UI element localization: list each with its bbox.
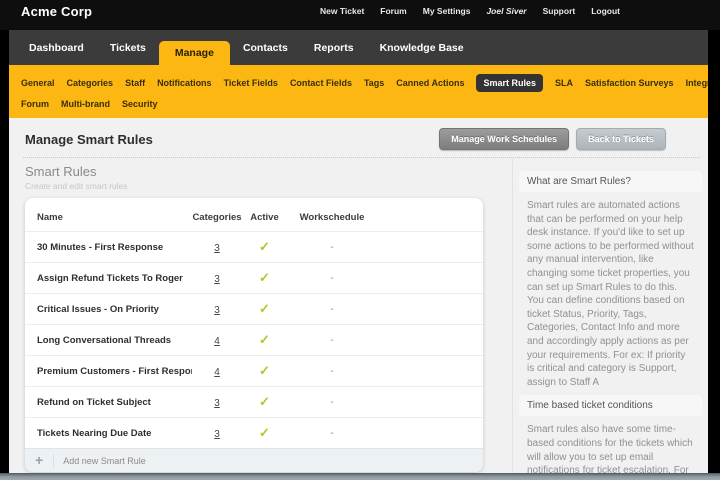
help-body-smart-rules: Smart rules are automated actions that c… bbox=[519, 192, 702, 395]
logout-link[interactable]: Logout bbox=[591, 6, 620, 16]
app-body: Dashboard Tickets Manage Contacts Report… bbox=[9, 30, 708, 473]
table-row[interactable]: Tickets Nearing Due Date 3 ✓ - bbox=[25, 417, 483, 448]
app-frame: Acme Corp New Ticket Forum My Settings J… bbox=[0, 0, 720, 480]
column-header-categories: Categories bbox=[192, 212, 242, 223]
footer-separator bbox=[53, 454, 54, 468]
manage-subnav: General Categories Staff Notifications T… bbox=[9, 65, 708, 118]
active-check-icon: ✓ bbox=[242, 332, 287, 348]
workschedule-value: - bbox=[287, 304, 377, 315]
help-heading-what-are-smart-rules: What are Smart Rules? bbox=[519, 171, 702, 192]
rule-name[interactable]: 30 Minutes - First Response bbox=[37, 242, 192, 253]
subnav-integrations[interactable]: Integrations bbox=[686, 78, 708, 88]
topbar-links: New Ticket Forum My Settings Joel Siver … bbox=[320, 6, 620, 16]
categories-count-link[interactable]: 3 bbox=[214, 398, 220, 409]
workschedule-value: - bbox=[287, 428, 377, 439]
active-check-icon: ✓ bbox=[242, 270, 287, 286]
categories-count-link[interactable]: 4 bbox=[214, 336, 220, 347]
categories-count-link[interactable]: 3 bbox=[214, 243, 220, 254]
add-smart-rule-button[interactable]: + Add new Smart Rule bbox=[25, 448, 483, 472]
active-check-icon: ✓ bbox=[242, 363, 287, 379]
rule-name[interactable]: Premium Customers - First Response Ti bbox=[37, 366, 192, 377]
smart-rules-table-card: Name Categories Active Workschedule 30 M… bbox=[25, 198, 483, 472]
back-to-tickets-button[interactable]: Back to Tickets bbox=[576, 128, 666, 150]
subnav-general[interactable]: General bbox=[21, 78, 55, 88]
new-ticket-link[interactable]: New Ticket bbox=[320, 6, 364, 16]
tab-dashboard[interactable]: Dashboard bbox=[16, 30, 97, 65]
column-header-workschedule: Workschedule bbox=[287, 212, 377, 223]
rule-name[interactable]: Assign Refund Tickets To Roger bbox=[37, 273, 192, 284]
bottom-strip bbox=[0, 473, 720, 480]
tab-manage[interactable]: Manage bbox=[159, 41, 230, 65]
current-user-link[interactable]: Joel Siver bbox=[486, 6, 526, 16]
tab-knowledge-base[interactable]: Knowledge Base bbox=[367, 30, 477, 65]
my-settings-link[interactable]: My Settings bbox=[423, 6, 471, 16]
subnav-canned-actions[interactable]: Canned Actions bbox=[396, 78, 464, 88]
section-heading: Smart Rules bbox=[25, 164, 512, 179]
subnav-security[interactable]: Security bbox=[122, 99, 158, 109]
workschedule-value: - bbox=[287, 335, 377, 346]
workschedule-value: - bbox=[287, 242, 377, 253]
subnav-tags[interactable]: Tags bbox=[364, 78, 384, 88]
workschedule-value: - bbox=[287, 397, 377, 408]
help-heading-time-based-conditions: Time based ticket conditions bbox=[519, 395, 702, 416]
tab-reports[interactable]: Reports bbox=[301, 30, 367, 65]
tab-tickets[interactable]: Tickets bbox=[97, 30, 159, 65]
subnav-row-2: Forum Multi-brand Security bbox=[21, 99, 698, 109]
brand-name: Acme Corp bbox=[21, 4, 92, 19]
active-check-icon: ✓ bbox=[242, 394, 287, 410]
tab-contacts[interactable]: Contacts bbox=[230, 30, 301, 65]
subnav-smart-rules[interactable]: Smart Rules bbox=[476, 74, 543, 92]
workschedule-value: - bbox=[287, 273, 377, 284]
help-body-time-based: Smart rules also have some time-based co… bbox=[519, 416, 702, 473]
subnav-satisfaction-surveys[interactable]: Satisfaction Surveys bbox=[585, 78, 674, 88]
workschedule-value: - bbox=[287, 366, 377, 377]
subnav-staff[interactable]: Staff bbox=[125, 78, 145, 88]
table-row[interactable]: Refund on Ticket Subject 3 ✓ - bbox=[25, 386, 483, 417]
rule-name[interactable]: Tickets Nearing Due Date bbox=[37, 428, 192, 439]
page-title: Manage Smart Rules bbox=[25, 132, 153, 147]
subnav-forum[interactable]: Forum bbox=[21, 99, 49, 109]
column-header-active: Active bbox=[242, 212, 287, 223]
categories-count-link[interactable]: 3 bbox=[214, 429, 220, 440]
main-nav: Dashboard Tickets Manage Contacts Report… bbox=[9, 30, 708, 65]
table-row[interactable]: 30 Minutes - First Response 3 ✓ - bbox=[25, 231, 483, 262]
subnav-notifications[interactable]: Notifications bbox=[157, 78, 212, 88]
column-header-name: Name bbox=[37, 212, 192, 223]
table-row[interactable]: Critical Issues - On Priority 3 ✓ - bbox=[25, 293, 483, 324]
forum-link[interactable]: Forum bbox=[380, 6, 406, 16]
active-check-icon: ✓ bbox=[242, 301, 287, 317]
table-row[interactable]: Long Conversational Threads 4 ✓ - bbox=[25, 324, 483, 355]
categories-count-link[interactable]: 3 bbox=[214, 305, 220, 316]
manage-work-schedules-button[interactable]: Manage Work Schedules bbox=[439, 128, 569, 150]
help-sidebar: What are Smart Rules? Smart rules are au… bbox=[512, 158, 708, 473]
plus-icon: + bbox=[35, 453, 43, 467]
support-link[interactable]: Support bbox=[543, 6, 576, 16]
header-buttons: Manage Work Schedules Back to Tickets bbox=[439, 128, 666, 150]
topbar: Acme Corp New Ticket Forum My Settings J… bbox=[0, 0, 720, 30]
active-check-icon: ✓ bbox=[242, 239, 287, 255]
rule-name[interactable]: Refund on Ticket Subject bbox=[37, 397, 192, 408]
page-header: Manage Smart Rules Manage Work Schedules… bbox=[9, 118, 708, 150]
table-header-row: Name Categories Active Workschedule bbox=[25, 198, 483, 231]
subnav-categories[interactable]: Categories bbox=[67, 78, 114, 88]
section-subheading: Create and edit smart rules bbox=[25, 181, 512, 191]
subnav-multi-brand[interactable]: Multi-brand bbox=[61, 99, 110, 109]
rule-name[interactable]: Long Conversational Threads bbox=[37, 335, 192, 346]
smart-rules-panel: Smart Rules Create and edit smart rules … bbox=[9, 158, 512, 473]
rule-name[interactable]: Critical Issues - On Priority bbox=[37, 304, 192, 315]
categories-count-link[interactable]: 3 bbox=[214, 274, 220, 285]
add-smart-rule-label: Add new Smart Rule bbox=[63, 456, 146, 466]
categories-count-link[interactable]: 4 bbox=[214, 367, 220, 378]
subnav-ticket-fields[interactable]: Ticket Fields bbox=[224, 78, 278, 88]
content-columns: Smart Rules Create and edit smart rules … bbox=[9, 158, 708, 473]
subnav-contact-fields[interactable]: Contact Fields bbox=[290, 78, 352, 88]
subnav-row-1: General Categories Staff Notifications T… bbox=[21, 74, 698, 92]
table-row[interactable]: Assign Refund Tickets To Roger 3 ✓ - bbox=[25, 262, 483, 293]
active-check-icon: ✓ bbox=[242, 425, 287, 441]
table-row[interactable]: Premium Customers - First Response Ti 4 … bbox=[25, 355, 483, 386]
subnav-sla[interactable]: SLA bbox=[555, 78, 573, 88]
